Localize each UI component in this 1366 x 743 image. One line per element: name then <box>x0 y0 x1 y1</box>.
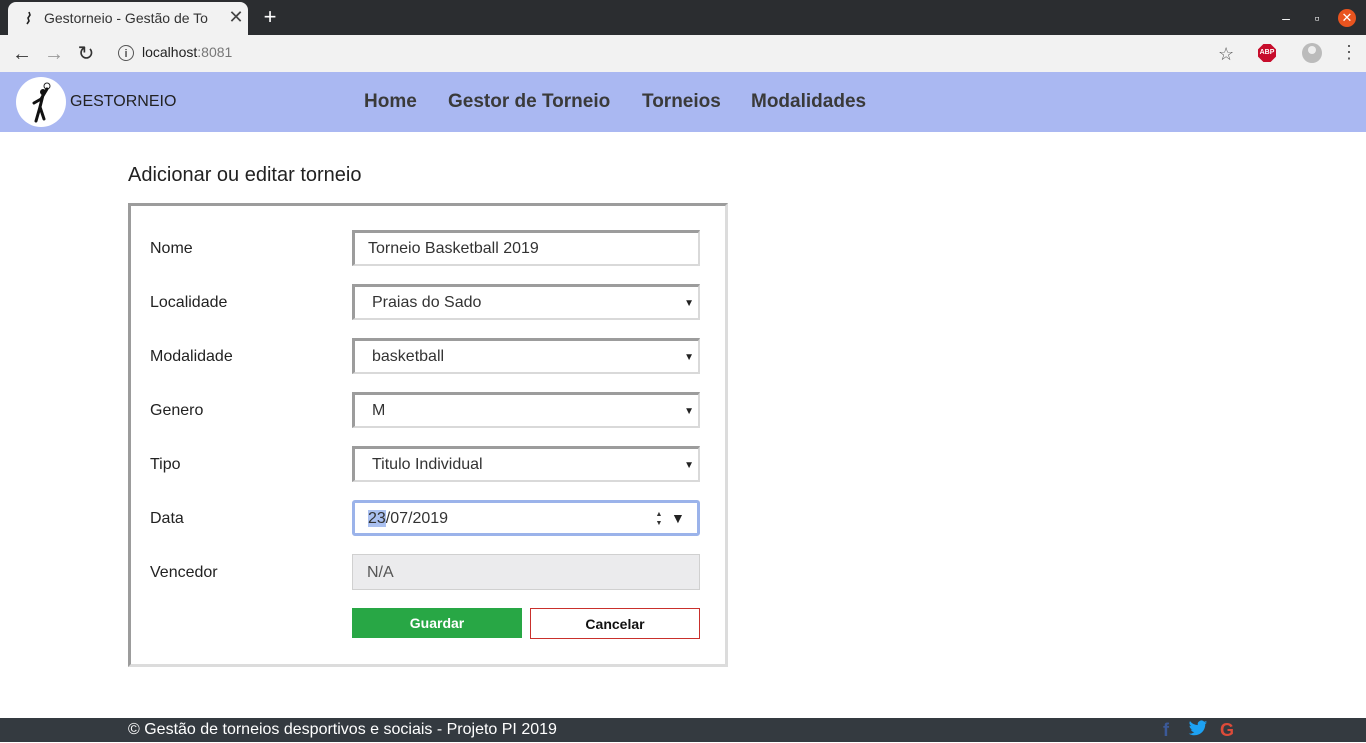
chevron-down-icon: ▼ <box>684 406 694 417</box>
tournament-form <box>128 203 728 667</box>
nav-home[interactable]: Home <box>364 91 417 113</box>
browser-tab[interactable]: Gestorneio - Gestão de To ✕ <box>8 2 248 35</box>
chevron-down-icon: ▼ <box>684 460 694 471</box>
localidade-label: Localidade <box>150 294 228 311</box>
nav-gestor-de-torneio[interactable]: Gestor de Torneio <box>448 91 610 113</box>
favicon-icon <box>26 11 31 25</box>
vencedor-label: Vencedor <box>150 564 218 581</box>
google-icon[interactable]: G <box>1220 720 1234 741</box>
genero-label: Genero <box>150 402 204 419</box>
facebook-icon[interactable]: f <box>1163 720 1169 741</box>
date-day-segment[interactable]: 23 <box>368 510 386 527</box>
tipo-label: Tipo <box>150 456 181 473</box>
cancel-button[interactable]: Cancelar <box>530 608 700 639</box>
data-label: Data <box>150 510 184 527</box>
forward-icon[interactable]: → <box>42 42 66 66</box>
tab-close-icon[interactable]: ✕ <box>226 7 246 27</box>
chevron-down-icon: ▼ <box>684 298 694 309</box>
calendar-dropdown-icon[interactable]: ▼ <box>671 510 685 526</box>
page-title: Adicionar ou editar torneio <box>128 164 362 186</box>
nav-torneios[interactable]: Torneios <box>642 91 721 113</box>
date-input[interactable]: 23/07/2019 ▲ ▼ ▼ <box>352 500 700 536</box>
site-header: GESTORNEIO Home Gestor de Torneio Tornei… <box>0 72 1366 132</box>
minimize-icon[interactable]: – <box>1276 8 1296 28</box>
nome-label: Nome <box>150 240 193 257</box>
tipo-select[interactable]: Titulo Individual ▼ <box>352 446 700 482</box>
site-info-icon[interactable]: i <box>118 45 134 61</box>
window-close-icon[interactable]: ✕ <box>1338 9 1356 27</box>
footer-text: © Gestão de torneios desportivos e socia… <box>128 721 557 738</box>
logo[interactable] <box>16 77 66 127</box>
save-button[interactable]: Guardar <box>352 608 522 638</box>
vencedor-input: N/A <box>352 554 700 590</box>
nome-input[interactable]: Torneio Basketball 2019 <box>352 230 700 266</box>
browser-tab-bar: Gestorneio - Gestão de To ✕ + – ▫ ✕ <box>0 0 1366 35</box>
bookmark-star-icon[interactable]: ☆ <box>1218 44 1234 65</box>
player-logo-icon <box>32 82 51 123</box>
tab-title: Gestorneio - Gestão de To <box>44 10 208 26</box>
site-footer: © Gestão de torneios desportivos e socia… <box>0 718 1366 742</box>
date-spinner-icon[interactable]: ▲ ▼ <box>653 510 665 530</box>
back-icon[interactable]: ← <box>10 42 34 66</box>
profile-avatar-icon[interactable] <box>1302 43 1322 63</box>
chevron-down-icon: ▼ <box>684 352 694 363</box>
date-rest[interactable]: /07/2019 <box>386 510 448 527</box>
url-text: localhost:8081 <box>142 44 233 60</box>
brand-name[interactable]: GESTORNEIO <box>70 93 176 111</box>
modalidade-label: Modalidade <box>150 348 233 365</box>
browser-toolbar: ← → ↻ i localhost:8081 ☆ <box>0 35 1366 73</box>
modalidade-select[interactable]: basketball ▼ <box>352 338 700 374</box>
restore-icon[interactable]: ▫ <box>1307 8 1327 28</box>
localidade-select[interactable]: Praias do Sado ▼ <box>352 284 700 320</box>
twitter-icon[interactable] <box>1188 720 1208 743</box>
nav-modalidades[interactable]: Modalidades <box>751 91 866 113</box>
new-tab-icon[interactable]: + <box>258 5 282 29</box>
reload-icon[interactable]: ↻ <box>74 42 98 66</box>
address-bar[interactable]: i localhost:8081 ☆ <box>108 38 1248 68</box>
browser-menu-icon[interactable]: ⋮ <box>1340 42 1358 63</box>
genero-select[interactable]: M ▼ <box>352 392 700 428</box>
